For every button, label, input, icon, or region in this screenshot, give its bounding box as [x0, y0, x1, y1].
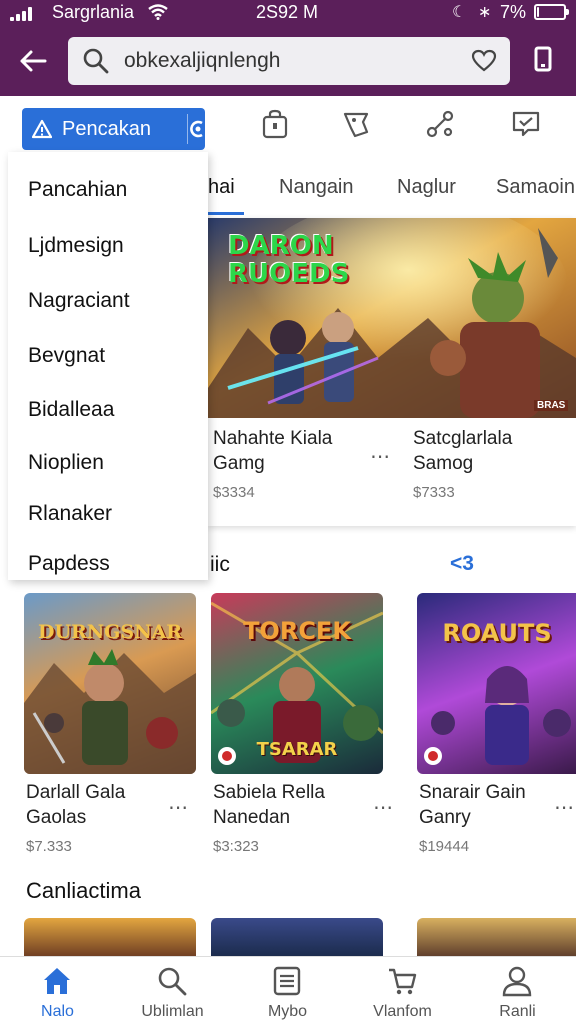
nav-label: Vlanfom	[373, 1003, 432, 1020]
dropdown-item[interactable]: Rlanaker	[28, 502, 112, 526]
dropdown-item[interactable]: Nioplien	[28, 451, 104, 475]
featured-title-1[interactable]: Nahahte Kiala Gamg	[213, 426, 332, 476]
nav-label: Mybo	[267, 1003, 308, 1020]
featured-title-2-line1: Satcglarlala	[413, 428, 513, 449]
app-header: Sargrlania 2S92 M ☾ ∗ 7%	[0, 0, 576, 96]
tab-1[interactable]: Nangain	[279, 176, 354, 199]
game-card-art[interactable]: TORCEK TSARAR	[211, 593, 383, 774]
carrier-name: Sargrlania	[52, 2, 135, 22]
filter-chip[interactable]: Pencakan	[22, 108, 205, 150]
filter-chip-label: Pencakan	[62, 118, 151, 140]
nav-search[interactable]: Ublimlan	[115, 957, 230, 1024]
status-bar: Sargrlania 2S92 M ☾ ∗ 7%	[0, 0, 576, 30]
search-input[interactable]	[124, 47, 464, 75]
nav-label: Ublimlan	[141, 1003, 204, 1020]
tab-3[interactable]: Samaoin	[496, 176, 575, 199]
game-title-line1: Darlall Gala	[26, 782, 126, 803]
arrow-left-icon	[20, 50, 47, 72]
nav-home[interactable]: Nalo	[0, 957, 115, 1024]
home-icon	[44, 968, 70, 994]
phone-icon[interactable]	[530, 44, 556, 76]
cart-icon	[389, 968, 417, 995]
tab-2[interactable]: Naglur	[397, 176, 456, 199]
game-card-peek[interactable]	[417, 918, 576, 958]
search-bar[interactable]	[68, 37, 510, 85]
game-title[interactable]: Sabiela Rella Nanedan	[213, 780, 325, 830]
bag-icon[interactable]	[259, 108, 291, 140]
profile-icon	[502, 966, 532, 997]
featured-art-badge: BRAS	[534, 400, 569, 411]
more-options-icon[interactable]: ⋯	[168, 795, 189, 820]
game-art-subtitle: TSARAR	[256, 739, 338, 760]
game-card-art[interactable]: ROAUTS	[417, 593, 576, 774]
game-art-title: ROAUTS	[442, 619, 552, 647]
tab-0[interactable]: hai	[208, 176, 235, 199]
active-tab-indicator	[208, 212, 244, 215]
battery-percent: 7%	[500, 2, 527, 22]
see-more-link[interactable]: <3	[450, 552, 474, 576]
featured-title-1-line1: Nahahte Kiala	[213, 428, 333, 449]
tag-icon[interactable]	[341, 108, 373, 140]
back-button[interactable]	[16, 44, 50, 78]
section-title: iic	[210, 553, 230, 576]
game-card-peek[interactable]	[24, 918, 196, 958]
game-art-title: TORCEK	[243, 617, 351, 645]
status-time: 2S92 M	[256, 2, 319, 22]
game-price: $3:323	[213, 838, 259, 855]
battery-icon	[534, 4, 569, 20]
game-title-line2: Ganry	[419, 807, 471, 828]
toggle-icon	[190, 120, 203, 138]
featured-price-2: $7333	[413, 484, 455, 501]
do-not-disturb-icon: ☾	[452, 4, 467, 21]
dropdown-item[interactable]: Papdess	[28, 552, 110, 576]
game-price: $19444	[419, 838, 470, 855]
heart-icon[interactable]	[471, 49, 497, 73]
game-title-line1: Snarair Gain	[419, 782, 526, 803]
warning-triangle-icon	[32, 119, 52, 139]
chat-icon[interactable]	[510, 108, 542, 140]
battery-level-fill	[537, 7, 539, 17]
featured-title-2-line2: Samog	[413, 453, 474, 474]
game-price: $7.333	[26, 838, 72, 855]
game-art-title: DURNGSNAR	[37, 621, 183, 643]
signal-icon	[10, 7, 32, 21]
search-icon	[83, 48, 109, 74]
featured-title-1-line2: Gamg	[213, 453, 265, 474]
more-options-icon[interactable]: ⋯	[373, 795, 394, 820]
featured-art-title: DARON RUOEDS	[228, 231, 350, 289]
nav-profile[interactable]: Ranli	[460, 957, 575, 1024]
featured-artwork[interactable]: DARON RUOEDS BRAS	[208, 218, 576, 418]
dropdown-item[interactable]: Bidalleaa	[28, 398, 114, 422]
dropdown-item[interactable]: Ljdmesign	[28, 234, 124, 258]
bluetooth-icon: ∗	[478, 4, 492, 21]
wifi-icon	[148, 4, 168, 20]
search-icon	[158, 967, 187, 996]
featured-price-1: $3334	[213, 484, 255, 501]
game-title-line1: Sabiela Rella	[213, 782, 325, 803]
dropdown-item[interactable]: Nagraciant	[28, 289, 130, 313]
section-title-2: Canliactima	[26, 878, 141, 903]
dropdown-item[interactable]: Bevgnat	[28, 344, 105, 368]
nav-cart[interactable]: Vlanfom	[345, 957, 460, 1024]
list-icon	[273, 966, 301, 996]
dropdown-item[interactable]: Pancahian	[28, 178, 127, 202]
share-icon[interactable]	[424, 108, 456, 140]
bottom-navigation: Nalo Ublimlan Mybo Vlanfom Ranli	[0, 956, 576, 1024]
game-card-peek[interactable]	[211, 918, 383, 958]
game-title[interactable]: Snarair Gain Ganry	[419, 780, 526, 830]
filter-dropdown-menu: Pancahian Ljdmesign Nagraciant Bevgnat B…	[8, 152, 208, 580]
featured-title-2[interactable]: Satcglarlala Samog	[413, 426, 512, 476]
more-options-icon[interactable]: ⋯	[554, 795, 575, 820]
more-options-icon[interactable]: ⋯	[370, 444, 391, 469]
nav-label: Ranli	[499, 1003, 536, 1020]
nav-label: Nalo	[41, 1003, 74, 1020]
chip-toggle[interactable]	[188, 108, 205, 150]
game-title-line2: Gaolas	[26, 807, 87, 828]
game-title-line2: Nanedan	[213, 807, 291, 828]
game-title[interactable]: Darlall Gala Gaolas	[26, 780, 125, 830]
featured-card[interactable]: DARON RUOEDS BRAS Nahahte Kiala Gamg ⋯ $…	[208, 218, 576, 526]
nav-list[interactable]: Mybo	[230, 957, 345, 1024]
game-card-art[interactable]: DURNGSNAR	[24, 593, 196, 774]
